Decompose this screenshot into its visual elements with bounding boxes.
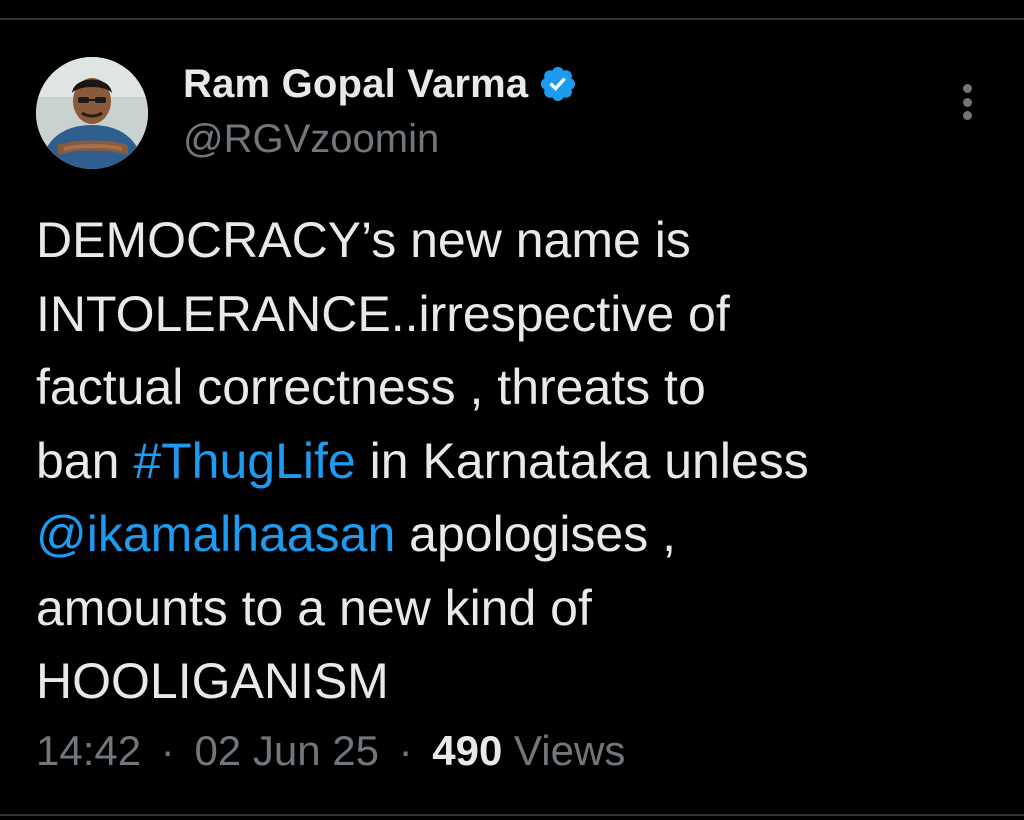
more-options-icon[interactable]	[948, 78, 986, 126]
author-name[interactable]: Ram Gopal Varma	[183, 62, 528, 107]
tweet-date[interactable]: 02 Jun 25	[194, 727, 379, 774]
tweet-text-line: DEMOCRACY’s new name is	[36, 204, 996, 278]
tweet-text-segment: in Karnataka unless	[355, 432, 809, 489]
mention-link[interactable]: @ikamalhaasan	[36, 506, 395, 562]
tweet-text-segment: INTOLERANCE..irrespective of	[36, 285, 730, 342]
tweet-time[interactable]: 14:42	[36, 727, 141, 774]
avatar[interactable]	[36, 57, 148, 169]
tweet-text-line: @ikamalhaasan apologises ,	[36, 498, 996, 572]
tweet-text-segment: amounts to a new kind of	[36, 579, 592, 636]
tweet-text-line: HOOLIGANISM	[36, 645, 996, 719]
tweet-text-segment: factual correctness , threats to	[36, 359, 706, 415]
more-dot	[962, 111, 972, 120]
hashtag-link[interactable]: #ThugLife	[133, 433, 355, 489]
tweet-meta: 14:42 · 02 Jun 25 · 490 Views	[36, 727, 625, 775]
bottom-divider	[0, 814, 1024, 816]
tweet-text-segment: DEMOCRACY’s new name is	[36, 212, 691, 268]
tweet-text-line: ban #ThugLife in Karnataka unless	[36, 425, 996, 499]
views-label[interactable]: Views	[502, 727, 625, 774]
verified-badge-icon[interactable]	[538, 64, 578, 104]
tweet-text-line: amounts to a new kind of	[36, 572, 996, 646]
tweet-text-segment: HOOLIGANISM	[36, 653, 389, 709]
meta-separator: ·	[398, 727, 413, 774]
views-count[interactable]: 490	[432, 727, 502, 774]
tweet-text-line: factual correctness , threats to	[36, 351, 996, 425]
tweet-text-segment: apologises ,	[395, 506, 677, 562]
tweet-text: DEMOCRACY’s new name is INTOLERANCE..irre…	[36, 204, 996, 719]
tweet-text-line: INTOLERANCE..irrespective of	[36, 278, 996, 352]
more-dot	[962, 97, 972, 107]
author-name-row: Ram Gopal Varma	[183, 58, 578, 110]
meta-separator: ·	[160, 727, 175, 774]
avatar-image	[36, 57, 148, 169]
tweet-text-segment: ban	[36, 432, 134, 489]
more-dot	[962, 84, 972, 93]
tweet[interactable]: Ram Gopal Varma @RGVzoomin DEMOCRACY’s n…	[0, 20, 1024, 814]
author-handle[interactable]: @RGVzoomin	[183, 117, 439, 162]
